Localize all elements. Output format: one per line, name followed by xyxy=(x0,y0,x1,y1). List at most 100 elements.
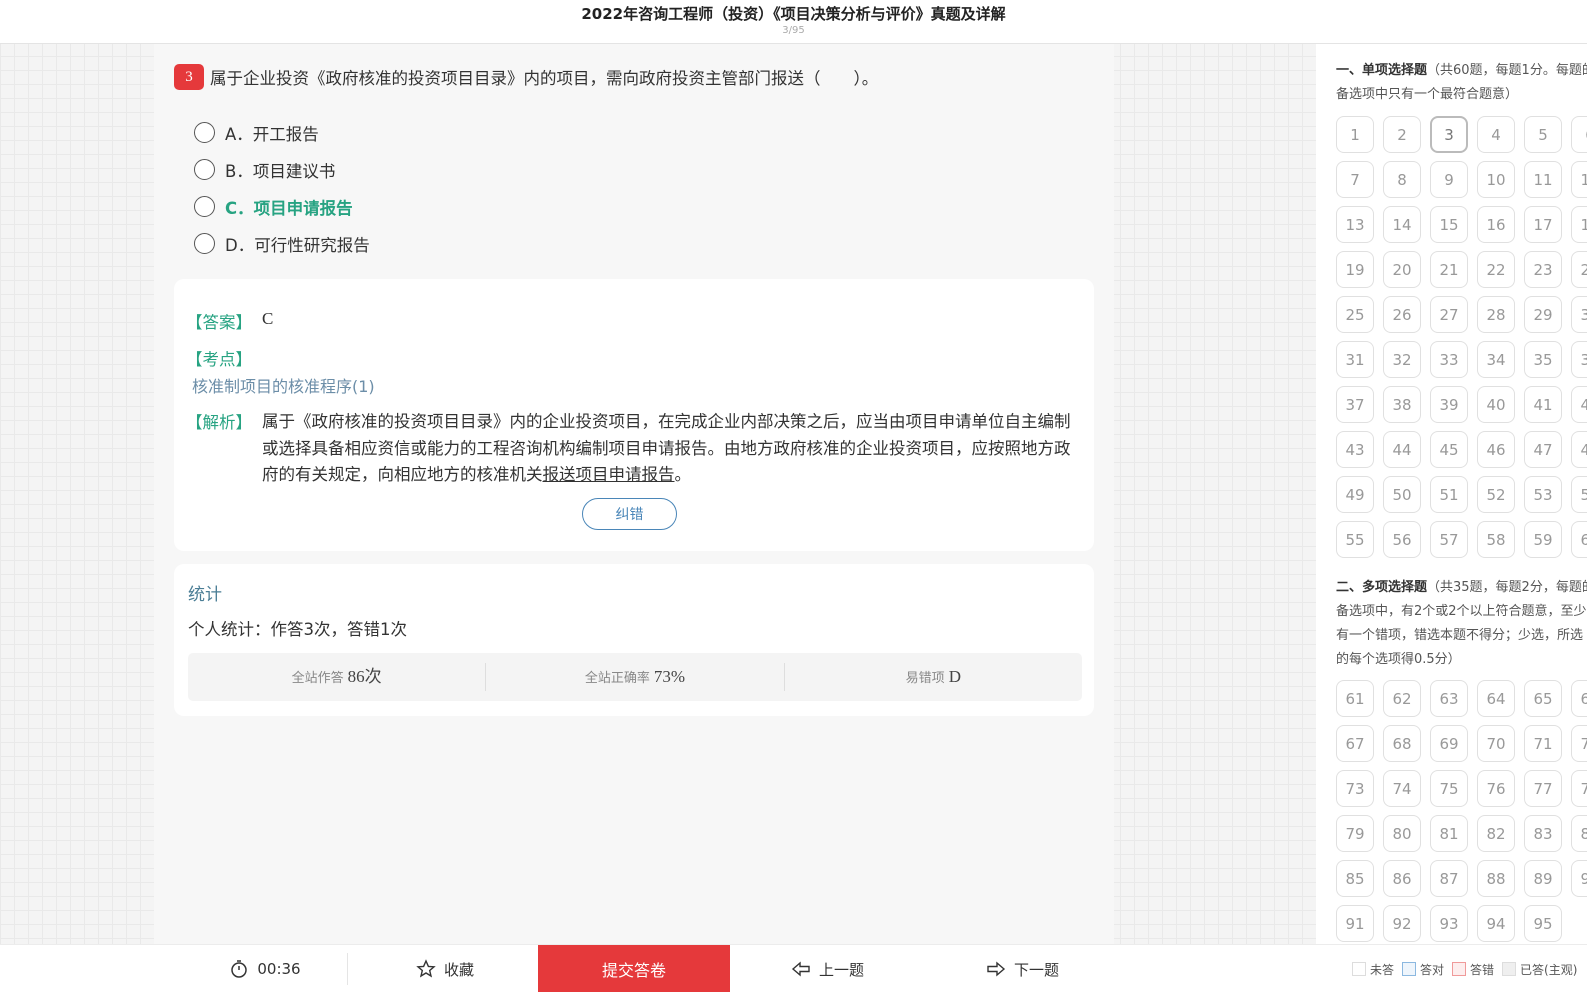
question-cell[interactable]: 32 xyxy=(1383,341,1421,378)
option-c[interactable]: C．项目申请报告 xyxy=(194,188,370,225)
question-cell[interactable]: 84 xyxy=(1571,815,1587,852)
question-cell[interactable]: 11 xyxy=(1524,161,1562,198)
question-cell[interactable]: 41 xyxy=(1524,386,1562,423)
question-cell[interactable]: 62 xyxy=(1383,680,1421,717)
question-cell[interactable]: 31 xyxy=(1336,341,1374,378)
question-cell[interactable]: 60 xyxy=(1571,521,1587,558)
question-cell[interactable]: 67 xyxy=(1336,725,1374,762)
question-cell[interactable]: 74 xyxy=(1383,770,1421,807)
question-cell[interactable]: 24 xyxy=(1571,251,1587,288)
radio-icon[interactable] xyxy=(194,233,215,254)
question-cell[interactable]: 72 xyxy=(1571,725,1587,762)
question-cell[interactable]: 18 xyxy=(1571,206,1587,243)
question-cell[interactable]: 30 xyxy=(1571,296,1587,333)
question-cell[interactable]: 87 xyxy=(1430,860,1468,897)
question-cell[interactable]: 7 xyxy=(1336,161,1374,198)
question-cell[interactable]: 53 xyxy=(1524,476,1562,513)
question-cell[interactable]: 13 xyxy=(1336,206,1374,243)
question-cell[interactable]: 44 xyxy=(1383,431,1421,468)
question-cell[interactable]: 59 xyxy=(1524,521,1562,558)
question-cell[interactable]: 46 xyxy=(1477,431,1515,468)
question-cell[interactable]: 88 xyxy=(1477,860,1515,897)
question-cell[interactable]: 37 xyxy=(1336,386,1374,423)
question-cell[interactable]: 61 xyxy=(1336,680,1374,717)
question-cell[interactable]: 94 xyxy=(1477,905,1515,942)
question-cell[interactable]: 86 xyxy=(1383,860,1421,897)
question-cell[interactable]: 5 xyxy=(1524,116,1562,153)
question-cell[interactable]: 71 xyxy=(1524,725,1562,762)
question-cell[interactable]: 3 xyxy=(1430,116,1468,153)
option-a[interactable]: A．开工报告 xyxy=(194,114,370,151)
question-cell[interactable]: 75 xyxy=(1430,770,1468,807)
prev-question-button[interactable]: 上一题 xyxy=(730,945,925,992)
question-cell[interactable]: 58 xyxy=(1477,521,1515,558)
question-cell[interactable]: 64 xyxy=(1477,680,1515,717)
question-cell[interactable]: 20 xyxy=(1383,251,1421,288)
question-cell[interactable]: 70 xyxy=(1477,725,1515,762)
question-cell[interactable]: 2 xyxy=(1383,116,1421,153)
question-cell[interactable]: 12 xyxy=(1571,161,1587,198)
question-cell[interactable]: 33 xyxy=(1430,341,1468,378)
question-cell[interactable]: 15 xyxy=(1430,206,1468,243)
question-cell[interactable]: 50 xyxy=(1383,476,1421,513)
question-cell[interactable]: 63 xyxy=(1430,680,1468,717)
question-cell[interactable]: 1 xyxy=(1336,116,1374,153)
question-cell[interactable]: 66 xyxy=(1571,680,1587,717)
question-cell[interactable]: 51 xyxy=(1430,476,1468,513)
question-cell[interactable]: 93 xyxy=(1430,905,1468,942)
question-cell[interactable]: 57 xyxy=(1430,521,1468,558)
next-question-button[interactable]: 下一题 xyxy=(925,945,1120,992)
question-cell[interactable]: 55 xyxy=(1336,521,1374,558)
question-cell[interactable]: 27 xyxy=(1430,296,1468,333)
question-cell[interactable]: 29 xyxy=(1524,296,1562,333)
question-cell[interactable]: 8 xyxy=(1383,161,1421,198)
question-cell[interactable]: 43 xyxy=(1336,431,1374,468)
question-cell[interactable]: 19 xyxy=(1336,251,1374,288)
radio-icon[interactable] xyxy=(194,159,215,180)
question-cell[interactable]: 35 xyxy=(1524,341,1562,378)
question-cell[interactable]: 68 xyxy=(1383,725,1421,762)
question-cell[interactable]: 48 xyxy=(1571,431,1587,468)
question-cell[interactable]: 69 xyxy=(1430,725,1468,762)
question-cell[interactable]: 49 xyxy=(1336,476,1374,513)
option-b[interactable]: B．项目建议书 xyxy=(194,151,370,188)
question-cell[interactable]: 38 xyxy=(1383,386,1421,423)
question-cell[interactable]: 81 xyxy=(1430,815,1468,852)
question-cell[interactable]: 47 xyxy=(1524,431,1562,468)
question-cell[interactable]: 65 xyxy=(1524,680,1562,717)
question-cell[interactable]: 77 xyxy=(1524,770,1562,807)
question-cell[interactable]: 73 xyxy=(1336,770,1374,807)
question-cell[interactable]: 21 xyxy=(1430,251,1468,288)
question-cell[interactable]: 42 xyxy=(1571,386,1587,423)
question-cell[interactable]: 76 xyxy=(1477,770,1515,807)
option-d[interactable]: D．可行性研究报告 xyxy=(194,225,370,262)
knowledge-point-link[interactable]: 核准制项目的核准程序(1) xyxy=(192,373,375,397)
question-cell[interactable]: 25 xyxy=(1336,296,1374,333)
question-cell[interactable]: 80 xyxy=(1383,815,1421,852)
radio-icon[interactable] xyxy=(194,196,215,217)
favorite-button[interactable]: 收藏 xyxy=(352,945,538,992)
question-cell[interactable]: 22 xyxy=(1477,251,1515,288)
question-cell[interactable]: 10 xyxy=(1477,161,1515,198)
question-cell[interactable]: 17 xyxy=(1524,206,1562,243)
question-cell[interactable]: 36 xyxy=(1571,341,1587,378)
question-cell[interactable]: 89 xyxy=(1524,860,1562,897)
question-cell[interactable]: 52 xyxy=(1477,476,1515,513)
question-cell[interactable]: 54 xyxy=(1571,476,1587,513)
question-cell[interactable]: 14 xyxy=(1383,206,1421,243)
question-cell[interactable]: 85 xyxy=(1336,860,1374,897)
question-cell[interactable]: 40 xyxy=(1477,386,1515,423)
question-cell[interactable]: 83 xyxy=(1524,815,1562,852)
question-cell[interactable]: 28 xyxy=(1477,296,1515,333)
question-cell[interactable]: 34 xyxy=(1477,341,1515,378)
question-cell[interactable]: 26 xyxy=(1383,296,1421,333)
submit-button[interactable]: 提交答卷 xyxy=(538,945,730,992)
question-cell[interactable]: 79 xyxy=(1336,815,1374,852)
question-cell[interactable]: 39 xyxy=(1430,386,1468,423)
question-cell[interactable]: 92 xyxy=(1383,905,1421,942)
question-cell[interactable]: 91 xyxy=(1336,905,1374,942)
question-cell[interactable]: 16 xyxy=(1477,206,1515,243)
question-cell[interactable]: 4 xyxy=(1477,116,1515,153)
question-cell[interactable]: 82 xyxy=(1477,815,1515,852)
question-cell[interactable]: 90 xyxy=(1571,860,1587,897)
